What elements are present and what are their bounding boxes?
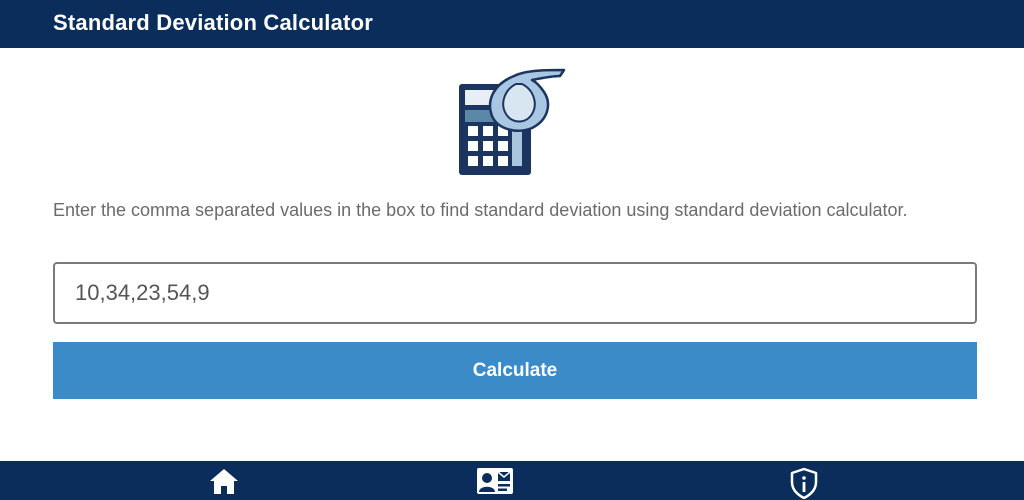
- values-input[interactable]: [53, 262, 977, 324]
- app-window: Standard Deviation Calculator Enter the …: [0, 0, 1024, 500]
- app-title: Standard Deviation Calculator: [53, 10, 373, 35]
- contact-card-icon: [477, 468, 513, 494]
- nav-info[interactable]: [774, 461, 834, 500]
- calculator-sigma-icon: [456, 68, 568, 178]
- calculate-button[interactable]: Calculate: [53, 342, 977, 399]
- app-header: Standard Deviation Calculator: [0, 0, 1024, 48]
- bottom-navigation: [0, 461, 1024, 500]
- home-icon: [210, 469, 238, 494]
- info-shield-icon: [790, 467, 818, 499]
- nav-contact[interactable]: [462, 461, 522, 500]
- instruction-text: Enter the comma separated values in the …: [53, 200, 908, 220]
- nav-home[interactable]: [194, 461, 254, 500]
